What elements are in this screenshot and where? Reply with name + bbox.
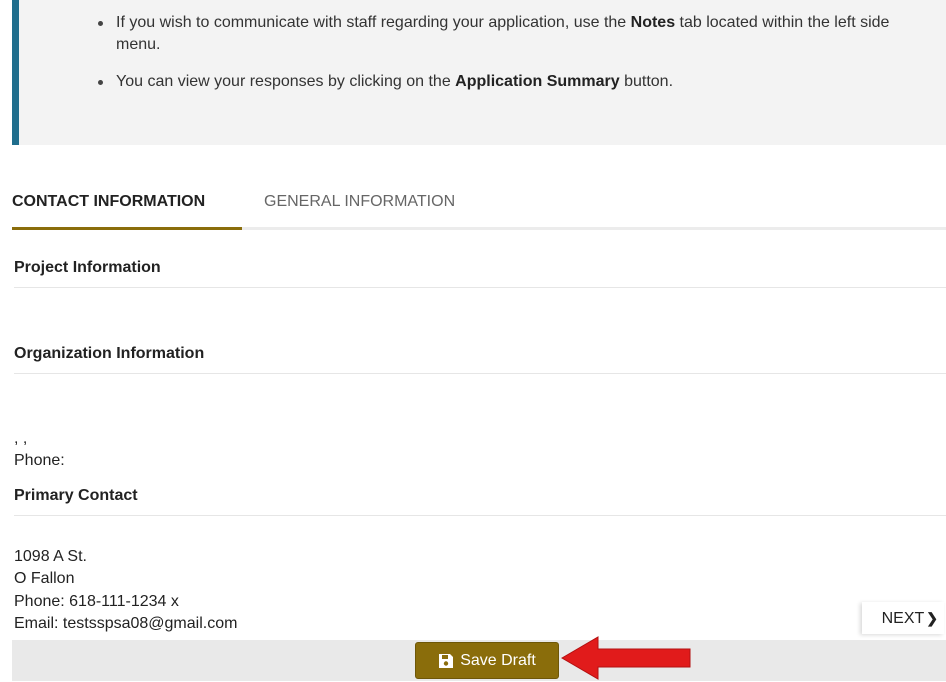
save-draft-label: Save Draft: [460, 651, 536, 669]
tab-contact-information[interactable]: CONTACT INFORMATION: [12, 185, 242, 230]
application-summary-emphasis: Application Summary: [455, 73, 620, 90]
info-callout: If you wish to communicate with staff re…: [12, 0, 946, 145]
organization-information-heading: Organization Information: [14, 345, 946, 374]
contact-city: O Fallon: [14, 570, 75, 587]
project-information-heading: Project Information: [14, 259, 946, 288]
primary-contact-heading: Primary Contact: [14, 487, 946, 516]
info-item: If you wish to communicate with staff re…: [98, 12, 926, 56]
contact-email: Email: testsspsa08@gmail.com: [14, 615, 238, 632]
tab-general-information[interactable]: GENERAL INFORMATION: [264, 185, 455, 230]
chevron-right-icon: ❯: [926, 610, 938, 626]
next-label: NEXT: [881, 610, 925, 627]
info-item: You can view your responses by clicking …: [98, 71, 926, 93]
save-draft-button[interactable]: Save Draft: [415, 642, 559, 679]
floppy-disk-icon: [439, 653, 454, 668]
organization-address: , ,: [14, 430, 28, 447]
contact-street: 1098 A St.: [14, 548, 87, 565]
organization-phone: Phone:: [14, 452, 65, 469]
footer-bar: Save Draft: [12, 640, 946, 681]
tab-bar: CONTACT INFORMATION GENERAL INFORMATION: [12, 185, 946, 230]
next-button[interactable]: NEXT ❯: [862, 602, 944, 634]
info-list: If you wish to communicate with staff re…: [19, 0, 946, 93]
red-arrow-icon: [561, 636, 691, 680]
notes-emphasis: Notes: [630, 14, 676, 31]
contact-phone: Phone: 618-111-1234 x: [14, 593, 179, 610]
